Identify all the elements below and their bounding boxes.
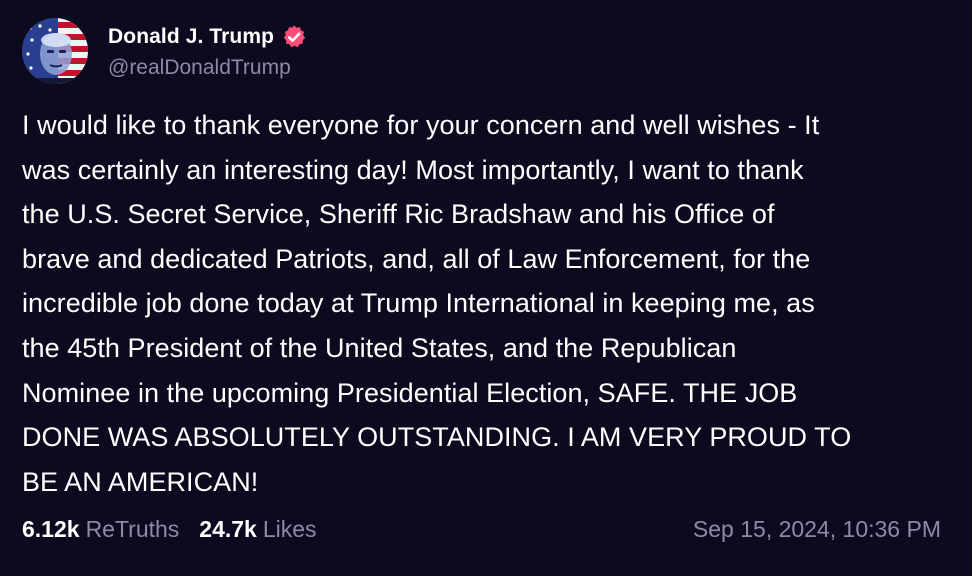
name-row: Donald J. Trump xyxy=(108,20,307,54)
verified-badge-icon xyxy=(281,24,307,50)
post-body-text: I would like to thank everyone for your … xyxy=(22,110,852,497)
avatar[interactable] xyxy=(22,18,88,84)
truth-post-card: Donald J. Trump @realDonaldTrump I would… xyxy=(0,0,972,576)
likes-label: Likes xyxy=(262,516,317,542)
post-footer: 6.12k ReTruths 24.7k Likes Sep 15, 2024,… xyxy=(22,516,941,543)
likes-count: 24.7k xyxy=(199,516,257,542)
avatar-flag-portrait-icon xyxy=(22,18,88,84)
post-header: Donald J. Trump @realDonaldTrump xyxy=(22,18,950,84)
author-display-name[interactable]: Donald J. Trump xyxy=(108,25,274,49)
likes-stat[interactable]: 24.7k Likes xyxy=(199,516,316,543)
retruths-count: 6.12k xyxy=(22,516,80,542)
retruths-label: ReTruths xyxy=(85,516,180,542)
retruths-stat[interactable]: 6.12k ReTruths xyxy=(22,516,179,543)
author-handle[interactable]: @realDonaldTrump xyxy=(108,54,307,82)
post-timestamp[interactable]: Sep 15, 2024, 10:36 PM xyxy=(693,516,941,543)
post-stats: 6.12k ReTruths 24.7k Likes xyxy=(22,516,337,543)
author-identity: Donald J. Trump @realDonaldTrump xyxy=(108,20,307,82)
